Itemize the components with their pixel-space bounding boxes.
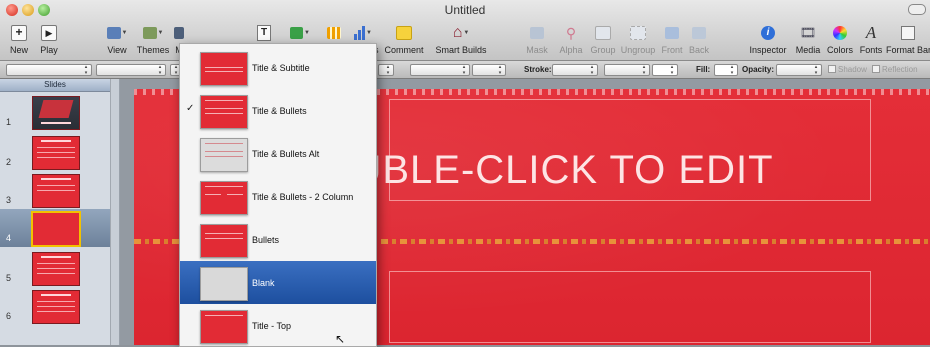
ungroup-icon	[630, 26, 646, 40]
alpha-button[interactable]: ⚲ Alpha	[558, 24, 584, 58]
send-back-icon	[692, 27, 706, 39]
opacity-select[interactable]	[776, 64, 822, 76]
slide-thumbnail-row[interactable]: 2	[0, 133, 110, 171]
slide-thumbnail-row[interactable]: 5	[0, 249, 110, 287]
format-bar-button[interactable]: Format Bar	[886, 24, 930, 58]
back-button[interactable]: Back	[688, 24, 710, 58]
master-thumbnail	[200, 138, 248, 172]
menu-item-title-subtitle[interactable]: Title & Subtitle	[180, 46, 376, 89]
shadow-checkbox[interactable]: Shadow	[828, 65, 867, 74]
menu-item-title-bullets-2-column[interactable]: Title & Bullets - 2 Column	[180, 175, 376, 218]
info-icon: i	[761, 26, 775, 40]
slide-thumbnail-row[interactable]: 1	[0, 93, 110, 131]
chart-icon	[354, 26, 366, 40]
fonts-icon: A	[865, 23, 877, 42]
group-icon	[595, 26, 611, 40]
comment-button[interactable]: Comment	[384, 24, 424, 58]
front-button[interactable]: Front	[660, 24, 684, 58]
font-select[interactable]	[96, 64, 166, 76]
mask-button[interactable]: Mask	[526, 24, 548, 58]
stroke-color-well[interactable]	[652, 64, 678, 76]
shape-icon	[290, 27, 304, 39]
media-button[interactable]: 🎞 Media	[794, 24, 822, 58]
master-thumbnail	[200, 95, 248, 129]
mouse-pointer-icon: ↖	[335, 332, 346, 346]
themes-button[interactable]: ▼ Themes	[136, 24, 170, 58]
slide-number: 6	[6, 311, 12, 321]
line-spacing-select[interactable]	[410, 64, 470, 76]
master-thumbnail	[200, 181, 248, 215]
group-button[interactable]: Group	[590, 24, 616, 58]
menu-item-title-bullets[interactable]: ✓ Title & Bullets	[180, 89, 376, 132]
slide-number: 4	[6, 233, 12, 243]
slide-number: 1	[6, 117, 12, 127]
master-thumbnail	[200, 52, 248, 86]
menu-item-bullets[interactable]: Bullets	[180, 218, 376, 261]
slide-number: 2	[6, 157, 12, 167]
view-icon	[106, 27, 121, 39]
toolbar-toggle-button[interactable]	[908, 4, 926, 15]
text-box-icon: T	[257, 25, 271, 41]
smart-builds-button[interactable]: ⌂ ▼ Smart Builds	[432, 24, 490, 58]
bring-front-icon	[665, 27, 679, 39]
window-toolbar: Untitled + New ▶ Play ▼ View ▼ Themes M …	[0, 0, 930, 61]
slide-number: 3	[6, 195, 12, 205]
master-thumbnail	[200, 310, 248, 344]
navigator-scrollbar[interactable]	[110, 79, 119, 345]
format-bar: Stroke: Fill: Opacity: Shadow Reflection	[0, 61, 930, 79]
slide-thumbnail[interactable]	[32, 252, 80, 286]
alpha-icon: ⚲	[565, 24, 577, 41]
stroke-style-select[interactable]	[552, 64, 598, 76]
navigator-header: Slides	[0, 79, 110, 92]
master-slide-menu: Title & Subtitle ✓ Title & Bullets Title…	[179, 43, 377, 347]
new-button[interactable]: + New	[8, 24, 30, 58]
slide-thumbnail-row[interactable]: 6	[0, 287, 110, 325]
slide-thumbnail[interactable]	[32, 174, 80, 208]
master-thumbnail	[200, 267, 248, 301]
opacity-label: Opacity:	[742, 65, 775, 74]
stroke-width-select[interactable]	[604, 64, 650, 76]
table-icon	[327, 27, 341, 39]
play-button[interactable]: ▶ Play	[36, 24, 62, 58]
menu-item-title-top[interactable]: Title - Top	[180, 304, 376, 347]
fill-color-well[interactable]	[714, 64, 738, 76]
body-placeholder[interactable]	[389, 271, 871, 343]
master-thumbnail	[200, 224, 248, 258]
play-icon: ▶	[41, 25, 57, 41]
colors-button[interactable]: Colors	[826, 24, 854, 58]
slide-thumbnail-row-selected[interactable]: 4	[0, 209, 110, 247]
color-wheel-icon	[833, 26, 847, 40]
align-button[interactable]	[378, 64, 394, 76]
slide-navigator: Slides 1 2 3 4 5 6	[0, 79, 120, 345]
plus-icon: +	[11, 25, 27, 41]
media-icon: 🎞	[799, 25, 817, 40]
slide-number: 5	[6, 273, 12, 283]
reflection-checkbox[interactable]: Reflection	[872, 65, 918, 74]
mask-icon	[530, 27, 544, 39]
menu-item-title-bullets-alt[interactable]: Title & Bullets Alt	[180, 132, 376, 175]
checkmark-icon: ✓	[186, 103, 195, 114]
masters-icon	[174, 27, 184, 39]
slide-thumbnail-row[interactable]: 3	[0, 171, 110, 209]
smart-builds-icon: ⌂	[452, 24, 463, 41]
columns-select[interactable]	[472, 64, 506, 76]
format-bar-icon	[901, 26, 915, 40]
ungroup-button[interactable]: Ungroup	[620, 24, 656, 58]
slide-thumbnail[interactable]	[31, 211, 81, 247]
window-title: Untitled	[444, 3, 486, 17]
comment-icon	[396, 26, 412, 40]
menu-item-blank[interactable]: Blank	[180, 261, 376, 304]
fonts-button[interactable]: A Fonts	[858, 23, 884, 58]
inspector-button[interactable]: i Inspector	[748, 24, 788, 58]
slide-thumbnail[interactable]	[32, 290, 80, 324]
style-select[interactable]	[6, 64, 92, 76]
view-button[interactable]: ▼ View	[104, 24, 130, 58]
stroke-label: Stroke:	[524, 65, 552, 74]
slide-thumbnail[interactable]	[32, 96, 80, 130]
themes-icon	[142, 27, 157, 39]
slide-thumbnail[interactable]	[32, 136, 80, 170]
fill-label: Fill:	[696, 65, 711, 74]
